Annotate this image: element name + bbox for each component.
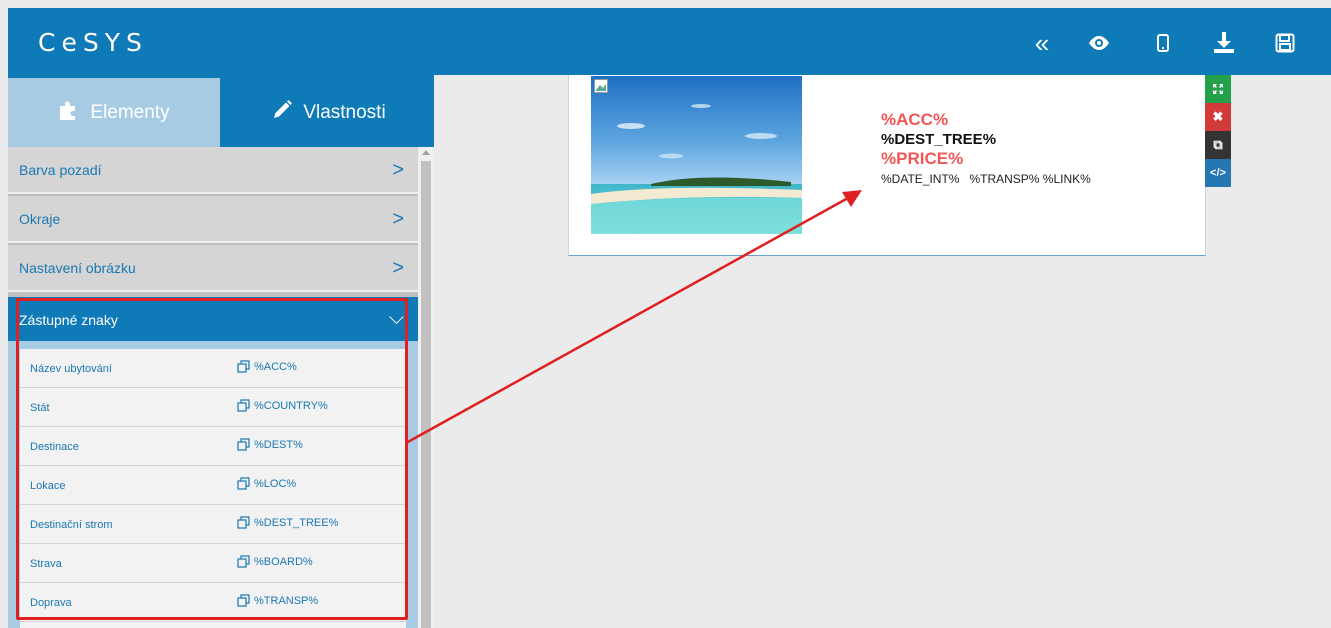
price-placeholder: %PRICE% bbox=[881, 149, 964, 168]
tab-vlastnosti-label: Vlastnosti bbox=[303, 101, 386, 123]
tab-vlastnosti[interactable]: Vlastnosti bbox=[223, 78, 434, 147]
accommodation-placeholder: %ACC% bbox=[881, 110, 949, 129]
chevron-right-icon: > bbox=[392, 159, 404, 181]
broken-image-icon bbox=[594, 79, 608, 93]
eye-icon[interactable] bbox=[1086, 30, 1112, 56]
chevron-right-icon: > bbox=[392, 208, 404, 230]
accordion-label: Okraje bbox=[19, 211, 61, 227]
chevron-right-icon: > bbox=[392, 257, 404, 279]
beach-image[interactable] bbox=[591, 76, 802, 234]
tab-elementy-label: Elementy bbox=[90, 101, 170, 123]
app-logo: CeSYS bbox=[38, 28, 148, 57]
sidebar-scrollbar[interactable] bbox=[418, 147, 434, 628]
accordion-borders[interactable]: Okraje > bbox=[8, 196, 418, 243]
placeholders-highlight-box bbox=[16, 298, 408, 620]
block-tools: ✖ ⧉ </> bbox=[1205, 75, 1231, 195]
app-window: CeSYS « Elementy Vlastnosti Barva pozadí… bbox=[0, 0, 1331, 628]
mobile-icon[interactable] bbox=[1150, 30, 1176, 56]
offer-info: %ACC% %DEST_TREE% %PRICE% %DATE_INT% %TR… bbox=[881, 110, 1091, 186]
accordion-image-settings[interactable]: Nastavení obrázku > bbox=[8, 245, 418, 292]
code-icon[interactable]: </> bbox=[1205, 159, 1231, 187]
top-bar: CeSYS « bbox=[8, 8, 1331, 75]
accordion-label: Barva pozadí bbox=[19, 162, 102, 178]
tab-elementy[interactable]: Elementy bbox=[8, 78, 220, 147]
scroll-up-arrow-icon[interactable] bbox=[422, 150, 430, 155]
sidebar-tabs: Elementy Vlastnosti bbox=[8, 75, 434, 147]
move-icon[interactable] bbox=[1205, 75, 1231, 103]
meta-placeholders: %DATE_INT% %TRANSP% %LINK% bbox=[881, 172, 1091, 186]
pencil-icon bbox=[271, 99, 293, 127]
scroll-thumb[interactable] bbox=[421, 161, 431, 628]
accordion-label: Nastavení obrázku bbox=[19, 260, 136, 276]
download-icon[interactable] bbox=[1211, 30, 1237, 56]
save-icon[interactable] bbox=[1272, 30, 1298, 56]
collapse-panel-icon[interactable]: « bbox=[1029, 30, 1055, 56]
puzzle-icon bbox=[58, 99, 80, 127]
copy-icon[interactable]: ⧉ bbox=[1205, 131, 1231, 159]
accordion-background-color[interactable]: Barva pozadí > bbox=[8, 147, 418, 194]
destination-tree-placeholder: %DEST_TREE% bbox=[881, 131, 997, 148]
delete-icon[interactable]: ✖ bbox=[1205, 103, 1231, 131]
editor-block-preview[interactable]: %ACC% %DEST_TREE% %PRICE% %DATE_INT% %TR… bbox=[568, 75, 1206, 256]
